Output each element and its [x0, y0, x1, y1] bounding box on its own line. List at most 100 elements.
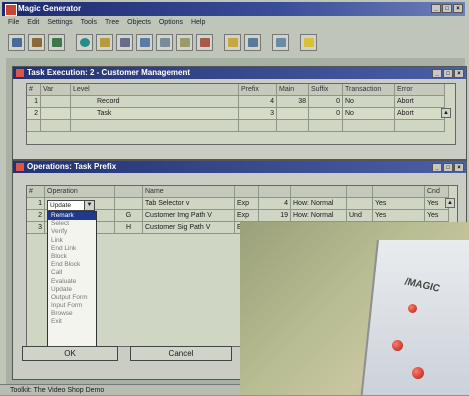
empty-cell [41, 120, 71, 132]
task-execution-window: Task Execution: 2 - Customer Management … [12, 66, 467, 160]
program-icon[interactable] [116, 33, 133, 51]
table-icon[interactable] [136, 33, 153, 51]
dropdown-option-remark[interactable]: Remark [48, 212, 96, 221]
dropdown-option-browse[interactable]: Browse [48, 310, 96, 318]
row-transaction: No [343, 96, 395, 108]
run-icon[interactable] [196, 33, 213, 51]
table-row[interactable]: 1 Record 4 38 0 No Abort [27, 96, 455, 108]
minimize-icon[interactable]: _ [432, 163, 442, 172]
row-error: Abort [395, 108, 445, 120]
dropdown-option-end-link[interactable]: End Link [48, 245, 96, 253]
close-icon[interactable]: × [453, 4, 463, 13]
operation-select[interactable]: Update ▼ [47, 200, 95, 211]
dropdown-option-end-block[interactable]: End Block [48, 261, 96, 269]
row-error: Abort [395, 96, 445, 108]
row-main: 38 [277, 96, 309, 108]
help-icon[interactable] [300, 33, 317, 51]
globe-icon[interactable] [76, 33, 93, 51]
row-col [115, 198, 143, 210]
empty-cell [27, 120, 41, 132]
dropdown-option-evaluate[interactable]: Evaluate [48, 278, 96, 286]
row-name: Customer Sig Path V [143, 222, 235, 234]
maximize-icon[interactable]: □ [443, 69, 453, 78]
menu-tools[interactable]: Tools [81, 17, 97, 29]
col-type [235, 186, 259, 198]
col-level: Level [71, 84, 239, 96]
row-level: Record [71, 96, 239, 108]
col-yes [373, 186, 425, 198]
row-cnd: Yes [425, 210, 449, 222]
dropdown-option-link[interactable]: Link [48, 237, 96, 245]
col-operation: Operation [45, 186, 115, 198]
dropdown-option-block[interactable]: Block [48, 253, 96, 261]
row-suffix: 0 [309, 96, 343, 108]
row-suffix: 0 [309, 108, 343, 120]
dropdown-option-select[interactable]: Select [48, 220, 96, 228]
dropdown-option-exit[interactable]: Exit [48, 318, 96, 326]
toolbar [2, 30, 465, 54]
folder-icon[interactable] [96, 33, 113, 51]
menu-options[interactable]: Options [159, 17, 183, 29]
row-value: 4 [259, 198, 291, 210]
open-folder-icon[interactable] [224, 33, 241, 51]
menu-help[interactable]: Help [191, 17, 205, 29]
row-name: Tab Selector v [143, 198, 235, 210]
table-row[interactable]: 2 Task 3 0 No Abort [27, 108, 455, 120]
tree-icon[interactable] [48, 33, 65, 51]
ops-window-controls: _ □ × [432, 163, 464, 172]
row-type: Exp [235, 198, 259, 210]
app-icon [5, 4, 17, 16]
scroll-up-icon[interactable]: ▲ [445, 198, 455, 208]
menu-objects[interactable]: Objects [127, 17, 151, 29]
ok-button[interactable]: OK [22, 346, 118, 361]
scroll-up-icon[interactable]: ▲ [441, 108, 451, 118]
window-icon[interactable] [272, 33, 289, 51]
task-window-title: Task Execution: 2 - Customer Management [27, 68, 190, 77]
maximize-icon[interactable]: □ [443, 163, 453, 172]
minimize-icon[interactable]: _ [432, 69, 442, 78]
form-icon[interactable] [176, 33, 193, 51]
status-text: Toolkit: The Video Shop Demo [10, 387, 105, 394]
row-num: 3 [27, 222, 45, 234]
row-main [277, 108, 309, 120]
dropdown-option-input-form[interactable]: Input Form [48, 302, 96, 310]
empty-cell [71, 120, 239, 132]
minimize-icon[interactable]: _ [431, 4, 441, 13]
row-num: 1 [27, 96, 41, 108]
col-cnd: Cnd [425, 186, 449, 198]
row-und: Und [347, 210, 373, 222]
empty-cell [277, 120, 309, 132]
row-prefix: 3 [239, 108, 277, 120]
tool-icon[interactable] [28, 33, 45, 51]
chevron-down-icon[interactable]: ▼ [84, 201, 94, 210]
empty-cell [395, 120, 445, 132]
close-icon[interactable]: × [454, 163, 464, 172]
dropdown-option-output-form[interactable]: Output Form [48, 294, 96, 302]
col-value [259, 186, 291, 198]
red-led [392, 340, 403, 351]
col-blank [115, 186, 143, 198]
dropdown-option-verify[interactable]: Verify [48, 228, 96, 236]
cancel-button[interactable]: Cancel [130, 346, 232, 361]
menu-settings[interactable]: Settings [47, 17, 72, 29]
product-logo: /MAGIC [403, 276, 442, 295]
task-grid: # Var Level Prefix Main Suffix Transacti… [26, 83, 456, 145]
task-window-controls: _ □ × [432, 69, 464, 78]
red-led [408, 304, 417, 313]
maximize-icon[interactable]: □ [442, 4, 452, 13]
dropdown-option-update[interactable]: Update [48, 286, 96, 294]
grid-icon[interactable] [156, 33, 173, 51]
list-icon[interactable] [244, 33, 261, 51]
edit-icon[interactable] [8, 33, 25, 51]
row-prefix: 4 [239, 96, 277, 108]
col-num: # [27, 186, 45, 198]
menu-edit[interactable]: Edit [27, 17, 39, 29]
menu-file[interactable]: File [8, 17, 19, 29]
table-row-empty[interactable] [27, 120, 455, 132]
close-icon[interactable]: × [454, 69, 464, 78]
row-var [41, 96, 71, 108]
menu-tree[interactable]: Tree [105, 17, 119, 29]
row-col: H [115, 222, 143, 234]
menu-bar: File Edit Settings Tools Tree Objects Op… [2, 17, 465, 29]
dropdown-option-call[interactable]: Call [48, 269, 96, 277]
